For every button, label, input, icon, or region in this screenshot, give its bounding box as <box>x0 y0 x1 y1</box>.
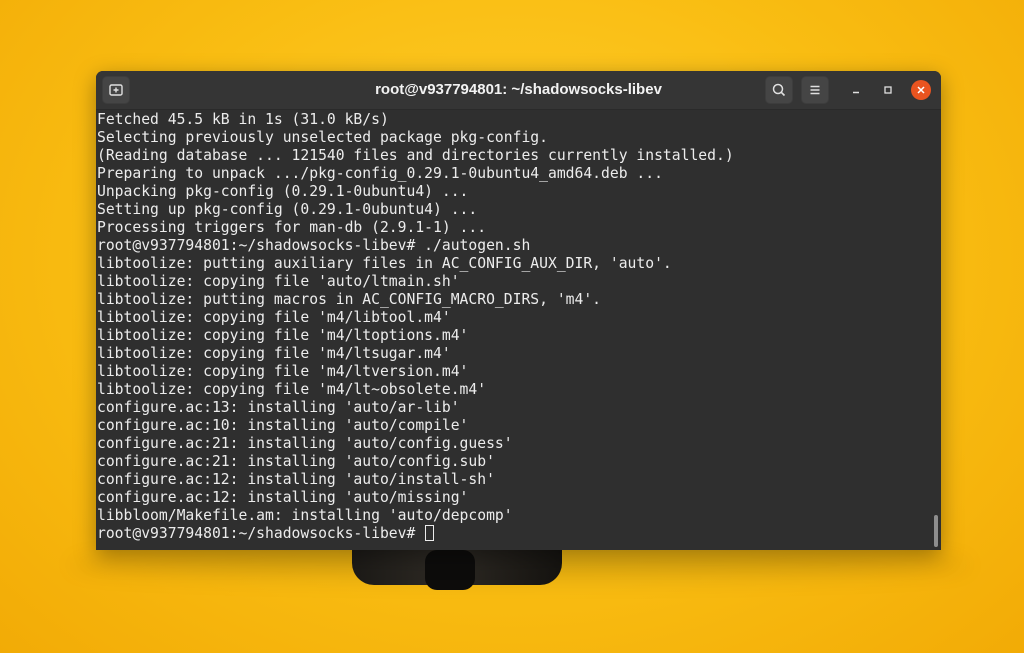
terminal-line: Unpacking pkg-config (0.29.1-0ubuntu4) .… <box>97 183 469 200</box>
terminal-line: Processing triggers for man-db (2.9.1-1)… <box>97 219 487 236</box>
menu-button[interactable] <box>801 76 829 104</box>
terminal-window: root@v937794801: ~/shadowsocks-libev Fet… <box>96 71 941 550</box>
search-icon <box>772 83 786 97</box>
terminal-line: Selecting previously unselected package … <box>97 129 548 146</box>
text-cursor <box>425 525 435 541</box>
terminal-line: libtoolize: copying file 'auto/ltmain.sh… <box>97 273 460 290</box>
terminal-prompt-line[interactable]: root@v937794801:~/shadowsocks-libev# <box>97 525 435 543</box>
terminal-line: Preparing to unpack .../pkg-config_0.29.… <box>97 165 663 182</box>
terminal-line: libtoolize: putting macros in AC_CONFIG_… <box>97 291 602 308</box>
terminal-line: Setting up pkg-config (0.29.1-0ubuntu4) … <box>97 201 478 218</box>
terminal-line: configure.ac:12: installing 'auto/missin… <box>97 489 469 506</box>
terminal-line: libtoolize: putting auxiliary files in A… <box>97 255 672 272</box>
scrollbar[interactable] <box>931 110 941 550</box>
terminal-line: libtoolize: copying file 'm4/ltversion.m… <box>97 363 469 380</box>
wallpaper-object-knot <box>425 550 475 590</box>
terminal-line: libbloom/Makefile.am: installing 'auto/d… <box>97 507 513 524</box>
terminal-output[interactable]: Fetched 45.5 kB in 1s (31.0 kB/s) Select… <box>96 110 941 550</box>
terminal-line: configure.ac:12: installing 'auto/instal… <box>97 471 495 488</box>
new-tab-icon <box>109 84 123 96</box>
close-button[interactable] <box>911 80 931 100</box>
new-tab-button[interactable] <box>102 76 130 104</box>
minimize-icon <box>853 91 859 94</box>
terminal-line: libtoolize: copying file 'm4/lt~obsolete… <box>97 381 487 398</box>
search-button[interactable] <box>765 76 793 104</box>
terminal-line: configure.ac:21: installing 'auto/config… <box>97 453 495 470</box>
terminal-line: configure.ac:21: installing 'auto/config… <box>97 435 513 452</box>
terminal-line: libtoolize: copying file 'm4/ltoptions.m… <box>97 327 469 344</box>
terminal-line: (Reading database ... 121540 files and d… <box>97 147 734 164</box>
scrollbar-thumb[interactable] <box>934 515 938 547</box>
terminal-line: configure.ac:13: installing 'auto/ar-lib… <box>97 399 460 416</box>
hamburger-menu-icon <box>810 85 820 95</box>
terminal-line: Fetched 45.5 kB in 1s (31.0 kB/s) <box>97 111 389 128</box>
terminal-line: libtoolize: copying file 'm4/ltsugar.m4' <box>97 345 451 362</box>
title-bar[interactable]: root@v937794801: ~/shadowsocks-libev <box>96 71 941 110</box>
terminal-prompt: root@v937794801:~/shadowsocks-libev# <box>97 525 425 542</box>
terminal-line: configure.ac:10: installing 'auto/compil… <box>97 417 469 434</box>
maximize-button[interactable] <box>878 80 898 100</box>
terminal-line: root@v937794801:~/shadowsocks-libev# ./a… <box>97 237 531 254</box>
terminal-line: libtoolize: copying file 'm4/libtool.m4' <box>97 309 451 326</box>
close-icon <box>917 86 925 94</box>
maximize-icon <box>884 86 892 94</box>
minimize-button[interactable] <box>846 80 866 100</box>
